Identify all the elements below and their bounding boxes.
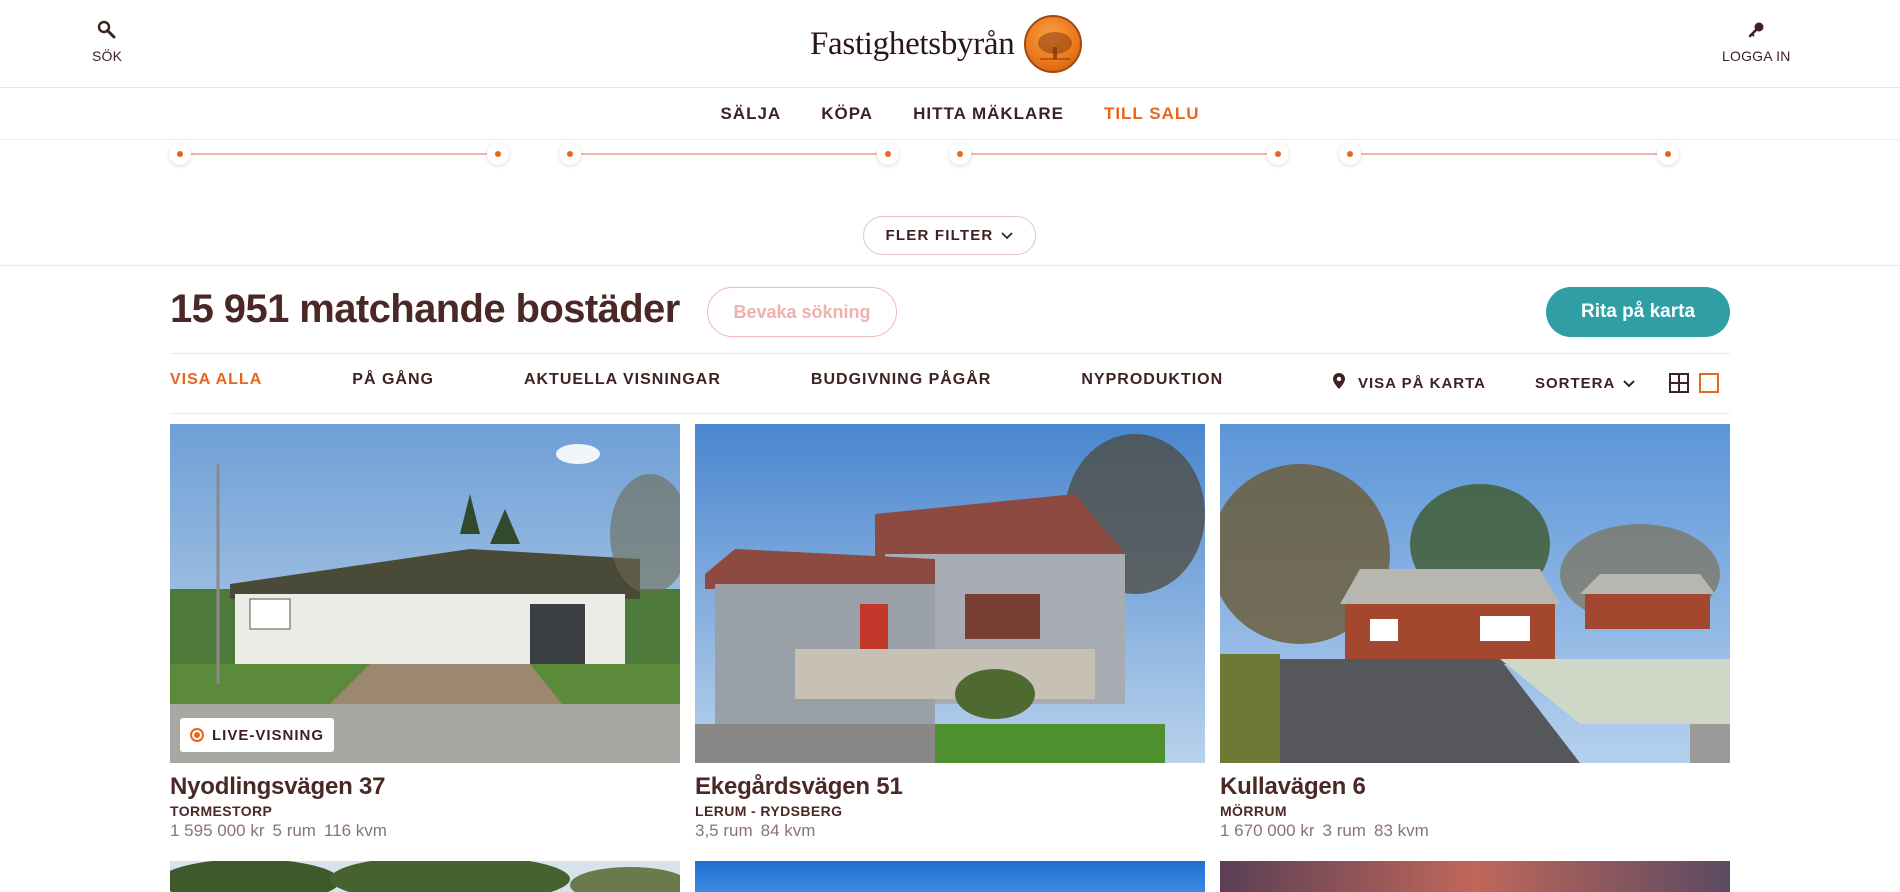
listing-title[interactable]: Kullavägen 6: [1220, 773, 1730, 801]
nav-item-till-salu[interactable]: TILL SALU: [1104, 104, 1200, 124]
tab-nyproduktion[interactable]: NYPRODUKTION: [1081, 371, 1223, 395]
draw-on-map-button[interactable]: Rita på karta: [1546, 287, 1730, 337]
login-label: LOGGA IN: [1722, 48, 1791, 64]
slider-track: [1349, 153, 1669, 155]
range-slider-1[interactable]: [169, 143, 509, 165]
listing-title[interactable]: Nyodlingsvägen 37: [170, 773, 680, 801]
search-label: SÖK: [92, 48, 123, 64]
slider-max-handle[interactable]: [1657, 143, 1679, 165]
range-slider-3[interactable]: [949, 143, 1289, 165]
chevron-down-icon: [1623, 375, 1636, 392]
logo-text: Fastighetsbyrån: [810, 25, 1015, 62]
listing-card-photo-partial[interactable]: [1220, 861, 1730, 892]
tab-visa-alla[interactable]: VISA ALLA: [170, 371, 262, 395]
listing-price: 1 595 000 kr: [170, 821, 265, 840]
login-button[interactable]: LOGGA IN: [1722, 18, 1791, 64]
listing-card-photo-partial[interactable]: [170, 861, 680, 892]
tab-budgivning-pagar[interactable]: BUDGIVNING PÅGÅR: [811, 371, 991, 395]
slider-min-handle[interactable]: [559, 143, 581, 165]
listing-meta: 3,5 rum 84 kvm: [695, 821, 1205, 841]
range-slider-4[interactable]: [1339, 143, 1679, 165]
listing-photo: LIVE-VISNING: [170, 424, 680, 763]
divider: [170, 353, 1730, 354]
tab-pa-gang[interactable]: PÅ GÅNG: [352, 371, 434, 395]
search-button[interactable]: SÖK: [92, 18, 122, 64]
show-on-map-label: VISA PÅ KARTA: [1358, 374, 1487, 392]
listing-filter-tabs: VISA ALLA PÅ GÅNG AKTUELLA VISNINGAR BUD…: [170, 371, 1313, 395]
slider-max-handle[interactable]: [877, 143, 899, 165]
listing-rooms: 3 rum: [1322, 821, 1366, 840]
listing-rooms: 5 rum: [272, 821, 316, 840]
slider-max-handle[interactable]: [487, 143, 509, 165]
slider-track: [569, 153, 889, 155]
slider-min-handle[interactable]: [169, 143, 191, 165]
tab-aktuella-visningar[interactable]: AKTUELLA VISNINGAR: [524, 371, 721, 395]
listing-size: 84 kvm: [760, 821, 816, 840]
slider-track: [179, 153, 499, 155]
listing-rooms: 3,5 rum: [695, 821, 753, 840]
sort-dropdown[interactable]: SORTERA: [1535, 371, 1636, 395]
grid-view-icon[interactable]: [1669, 373, 1689, 393]
listing-photo: [1220, 424, 1730, 763]
single-view-icon[interactable]: [1699, 373, 1719, 393]
results-count: 15 951 matchande bostäder: [170, 287, 680, 331]
listing-price: 1 670 000 kr: [1220, 821, 1315, 840]
live-viewing-label: LIVE-VISNING: [212, 726, 325, 744]
listing-meta: 1 595 000 kr 5 rum 116 kvm: [170, 821, 680, 841]
listing-meta: 1 670 000 kr 3 rum 83 kvm: [1220, 821, 1730, 841]
show-on-map-link[interactable]: VISA PÅ KARTA: [1332, 371, 1486, 395]
slider-min-handle[interactable]: [1339, 143, 1361, 165]
range-slider-2[interactable]: [559, 143, 899, 165]
listing-size: 83 kvm: [1373, 821, 1429, 840]
more-filters-button[interactable]: FLER FILTER: [863, 216, 1036, 255]
listing-card[interactable]: Ekegårdsvägen 51 LERUM - RYDSBERG 3,5 ru…: [695, 424, 1205, 841]
live-icon: [190, 728, 204, 742]
map-pin-icon: [1332, 372, 1346, 394]
listing-location: TORMESTORP: [170, 803, 273, 819]
listing-card[interactable]: LIVE-VISNING Nyodlingsvägen 37 TORMESTOR…: [170, 424, 680, 841]
listing-card[interactable]: Kullavägen 6 MÖRRUM 1 670 000 kr 3 rum 83 …: [1220, 424, 1730, 841]
slider-min-handle[interactable]: [949, 143, 971, 165]
sort-label: SORTERA: [1535, 374, 1616, 392]
listing-location: LERUM - RYDSBERG: [695, 803, 843, 819]
site-header: SÖK Fastighetsbyrån LOGGA IN: [0, 0, 1900, 88]
live-viewing-badge: LIVE-VISNING: [180, 718, 335, 752]
nav-item-hitta-maklare[interactable]: HITTA MÄKLARE: [913, 104, 1064, 124]
divider: [0, 265, 1900, 266]
key-icon: [1744, 18, 1768, 42]
main-nav: SÄLJA KÖPA HITTA MÄKLARE TILL SALU: [0, 88, 1900, 140]
listing-card-photo-partial[interactable]: [695, 861, 1205, 892]
nav-item-kopa[interactable]: KÖPA: [821, 104, 873, 124]
chevron-down-icon: [1001, 227, 1014, 244]
slider-track: [959, 153, 1279, 155]
nav-item-salja[interactable]: SÄLJA: [720, 104, 781, 124]
logo[interactable]: Fastighetsbyrån: [810, 15, 1083, 73]
slider-max-handle[interactable]: [1267, 143, 1289, 165]
listing-size: 116 kvm: [323, 821, 387, 840]
listing-photo: [695, 424, 1205, 763]
watch-search-button[interactable]: Bevaka sökning: [707, 287, 897, 337]
search-icon: [95, 18, 119, 42]
listing-title[interactable]: Ekegårdsvägen 51: [695, 773, 1205, 801]
divider: [170, 413, 1730, 414]
listing-location: MÖRRUM: [1220, 803, 1287, 819]
more-filters-label: FLER FILTER: [885, 227, 994, 244]
tree-logo-icon: [1024, 15, 1083, 73]
